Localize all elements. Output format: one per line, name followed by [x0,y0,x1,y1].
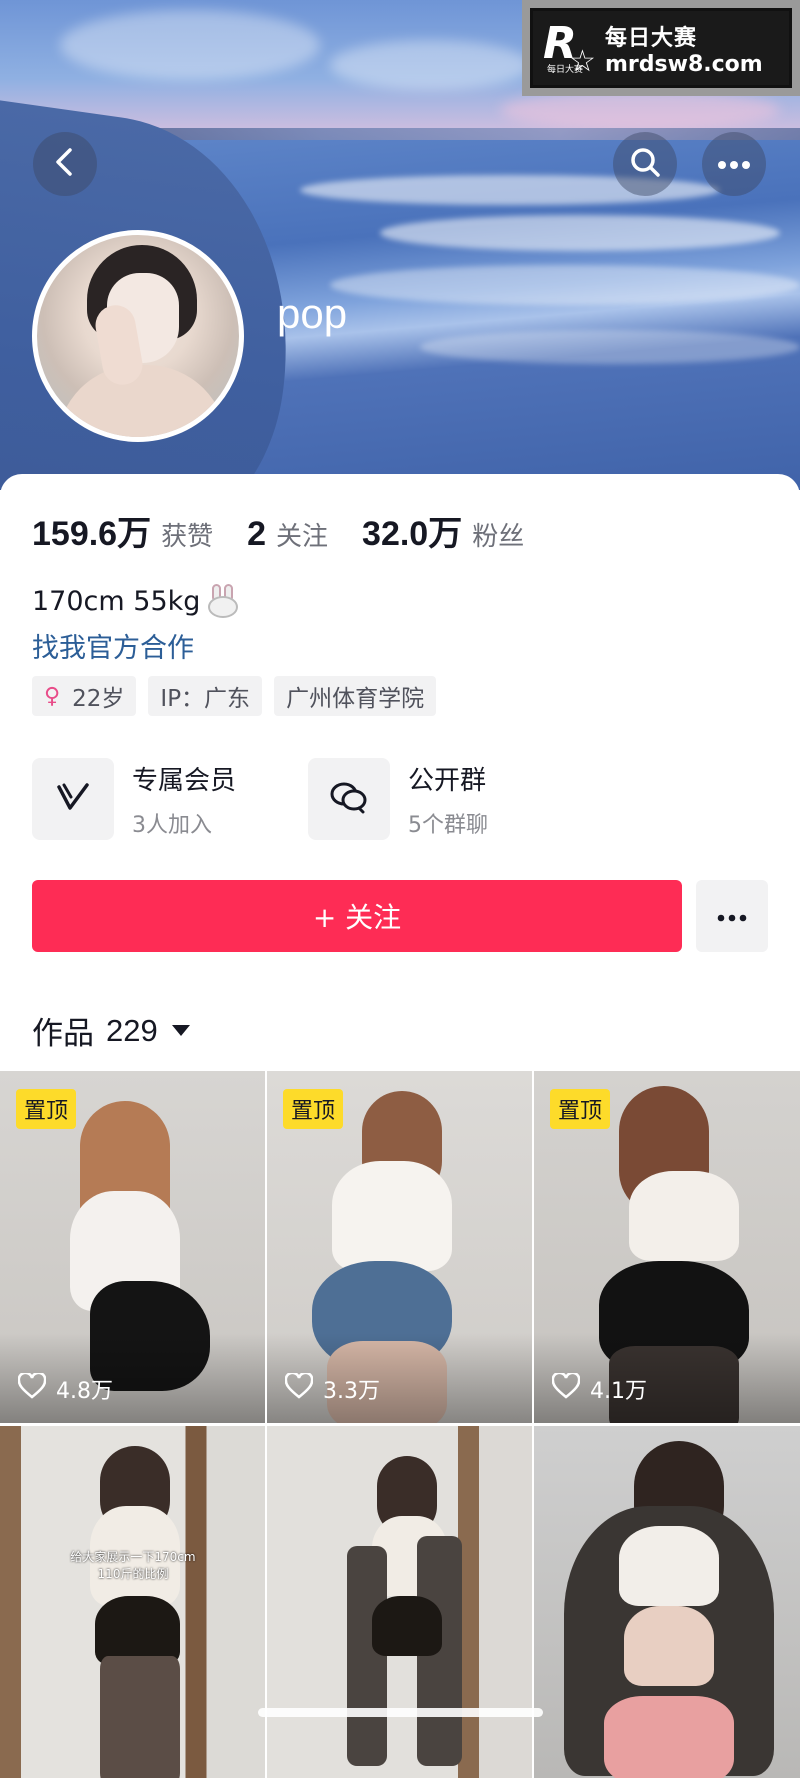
video-tile[interactable] [267,1426,532,1778]
watermark-logo: R ☆ 每日大赛 [543,18,596,79]
watermark-site: mrdsw8.com [605,51,763,77]
profile-tags: ♀ 22岁 IP：广东 广州体育学院 [32,676,437,716]
more-horizontal-icon [717,155,751,174]
pinned-badge: 置顶 [550,1089,611,1129]
works-label: 作品 [32,1016,94,1052]
public-group-subtitle: 5个群聊 [408,812,488,838]
back-button[interactable] [33,132,97,196]
heart-icon [284,1371,323,1405]
pinned-badge: 置顶 [16,1089,77,1129]
age-tag: ♀ 22岁 [32,676,137,716]
like-count: 4.8万 [17,1371,113,1405]
vip-membership-entry[interactable]: 专属会员 3人加入 [32,758,236,840]
stat-followers-label: 粉丝 [472,522,525,552]
video-caption: 给大家展示一下170cm 110斤的比例 [70,1550,196,1581]
watermark-title: 每日大赛 [605,25,698,51]
vip-membership-subtitle: 3人加入 [132,812,212,838]
stat-following-value[interactable]: 2 [247,515,266,554]
stat-likes-label: 获赞 [161,522,214,552]
watermark: R ☆ 每日大赛 每日大赛 mrdsw8.com [522,0,800,96]
heart-icon [551,1371,590,1405]
home-indicator [258,1708,543,1717]
public-group-entry[interactable]: 公开群 5个群聊 [308,758,488,840]
stat-followers-value[interactable]: 32.0万 [362,506,462,555]
group-chat-icon [329,780,369,818]
stat-likes-value[interactable]: 159.6万 [32,506,151,555]
search-button[interactable] [613,132,677,196]
video-tile[interactable]: 置顶 4.1万 [534,1071,800,1423]
more-options-button[interactable] [702,132,766,196]
works-count: 229 [106,1012,158,1048]
heart-icon [17,1371,56,1405]
business-contact-link[interactable]: 找我官方合作 [32,626,194,665]
video-tile[interactable]: 给大家展示一下170cm 110斤的比例 [0,1426,265,1778]
ip-location-tag: IP：广东 [148,676,263,716]
stat-following-label: 关注 [276,522,329,552]
caret-down-icon [171,1025,190,1036]
works-tab[interactable]: 作品 229 [32,1008,190,1053]
chevron-left-icon [52,147,78,181]
avatar[interactable] [32,230,244,442]
pinned-badge: 置顶 [283,1089,344,1129]
like-count: 3.3万 [284,1371,380,1405]
bio-text: 170cm 55kg [32,584,240,618]
female-icon: ♀ [44,683,61,709]
search-icon [628,145,662,183]
username: pop [277,290,348,337]
follow-button[interactable]: + 关注 [32,880,682,952]
video-grid: 置顶 4.8万 置顶 3.3万 置顶 4.1万 给大家展示一下170cm 110… [0,1071,800,1778]
video-tile[interactable]: 置顶 3.3万 [267,1071,532,1423]
school-tag[interactable]: 广州体育学院 [274,676,437,716]
video-tile[interactable] [534,1426,800,1778]
more-horizontal-icon [717,907,747,926]
public-group-title: 公开群 [408,765,487,796]
like-count: 4.1万 [551,1371,647,1405]
profile-more-button[interactable] [696,880,768,952]
profile-stats: 159.6万 获赞 2 关注 32.0万 粉丝 [32,506,558,555]
vip-v-icon [55,781,91,817]
vip-membership-title: 专属会员 [132,765,237,796]
video-tile[interactable]: 置顶 4.8万 [0,1071,265,1423]
rabbit-face-icon [206,584,240,618]
